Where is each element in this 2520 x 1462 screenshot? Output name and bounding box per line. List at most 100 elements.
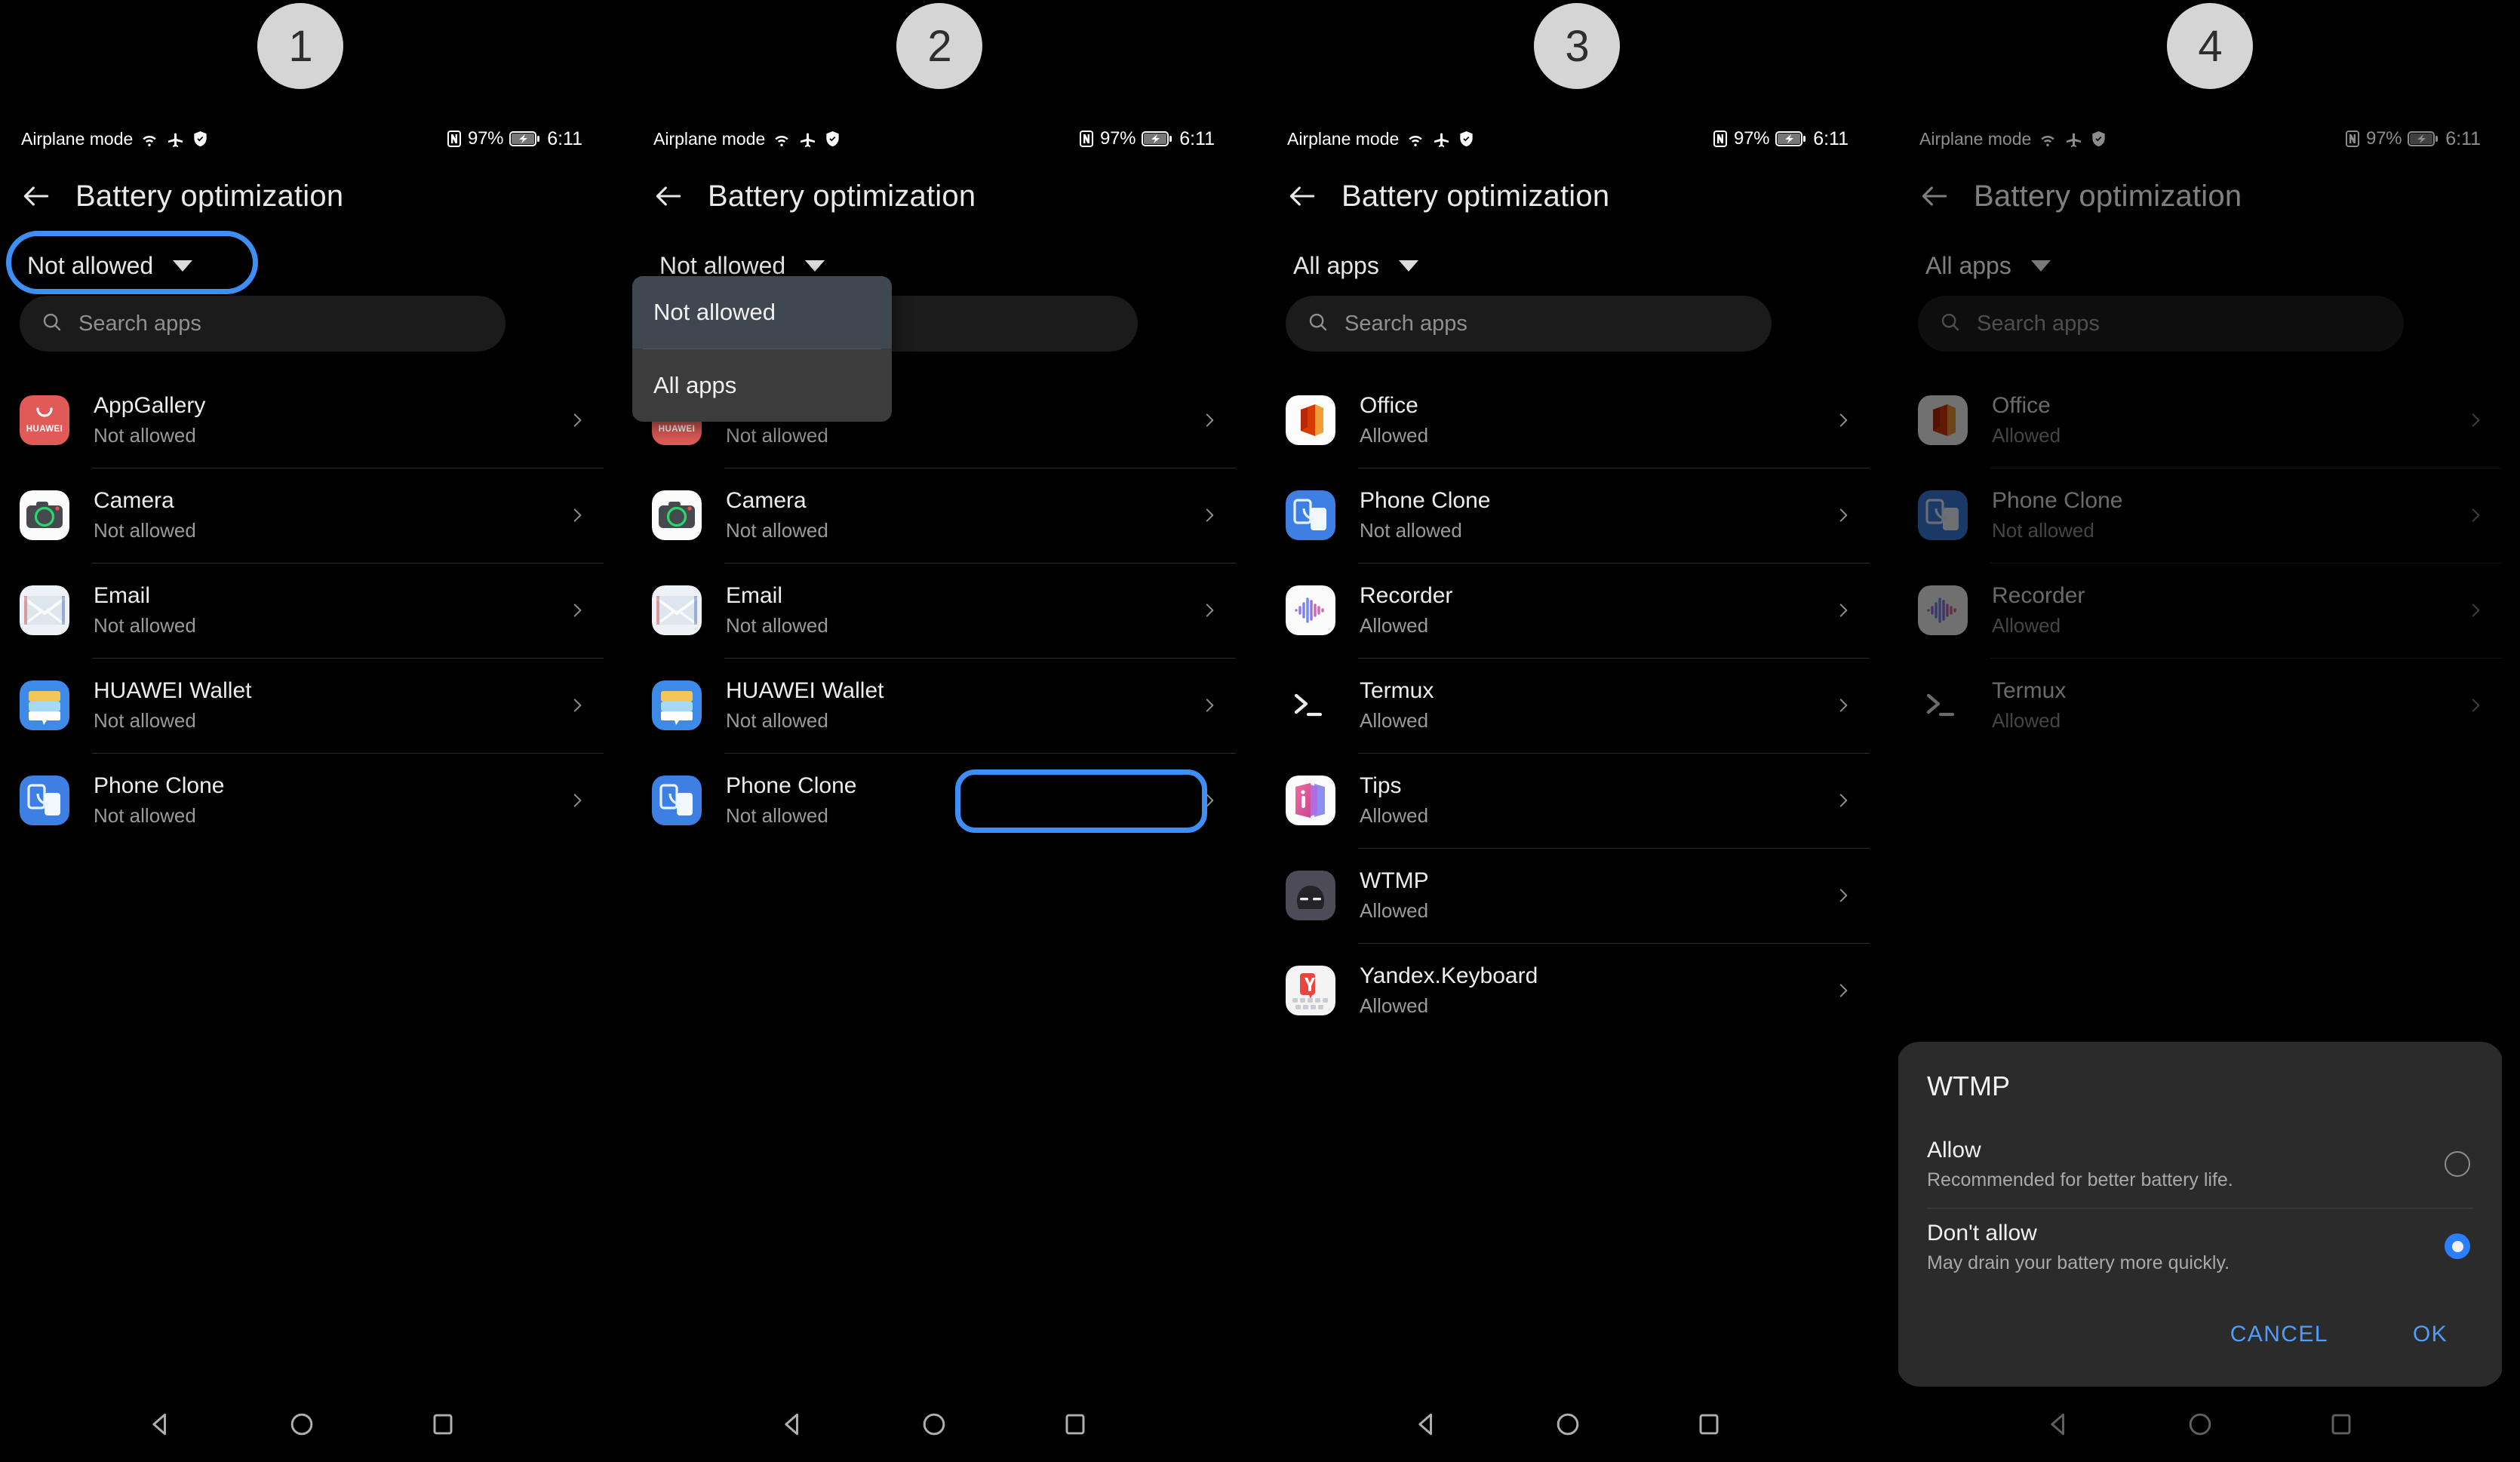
chevron-right-icon — [1833, 791, 1853, 810]
back-arrow-icon[interactable] — [1286, 180, 1319, 213]
app-row-text: Termux Allowed — [1335, 677, 1833, 734]
app-name: HUAWEI Wallet — [94, 678, 252, 704]
chevron-right-icon — [1833, 696, 1853, 715]
app-row[interactable]: Phone Clone Not allowed — [632, 753, 1236, 848]
battery-percent: 97% — [1734, 128, 1770, 149]
app-row-text: Camera Not allowed — [702, 487, 1200, 544]
app-row[interactable]: HUAWEI Wallet Not allowed — [0, 658, 604, 753]
menu-item-all-apps[interactable]: All apps — [632, 349, 892, 422]
dialog-option-allow-desc: Recommended for better battery life. — [1927, 1169, 2233, 1190]
nav-recents-icon[interactable] — [1055, 1404, 1096, 1445]
page-title: Battery optimization — [708, 179, 976, 213]
wifi-icon — [1405, 130, 1426, 148]
radio-allow[interactable] — [2445, 1150, 2470, 1177]
app-state: Not allowed — [726, 423, 828, 447]
app-row[interactable]: HUAWEI Wallet Not allowed — [632, 658, 1236, 753]
search-placeholder: Search apps — [78, 311, 201, 336]
app-row-text: AppGallery Not allowed — [69, 392, 567, 449]
system-navbar — [0, 1387, 604, 1462]
app-state: Not allowed — [726, 518, 828, 542]
search-input[interactable]: Search apps — [20, 296, 506, 352]
wallet-icon — [652, 680, 702, 730]
app-name: Phone Clone — [1360, 488, 1491, 514]
nfc-icon — [1079, 130, 1094, 148]
nav-recents-icon[interactable] — [423, 1404, 463, 1445]
chevron-right-icon — [567, 791, 587, 810]
nav-back-icon[interactable] — [140, 1404, 181, 1445]
nav-home-icon[interactable] — [914, 1404, 954, 1445]
ok-button[interactable]: OK — [2393, 1313, 2467, 1356]
back-arrow-icon[interactable] — [20, 180, 53, 213]
app-row-text: WTMP Allowed — [1335, 867, 1833, 924]
chevron-right-icon — [567, 600, 587, 620]
search-input[interactable]: Search apps — [1286, 296, 1772, 352]
app-row[interactable]: Termux Allowed — [1266, 658, 1870, 753]
phone-screen-step-2: Airplane mode 97% 6:11 Battery optimizat… — [632, 98, 1236, 1462]
appgallery-icon: HUAWEI — [20, 395, 69, 445]
app-row[interactable]: HUAWEI AppGallery Not allowed — [0, 373, 604, 468]
phone-screen-step-3: Airplane mode 97% 6:11 Battery optimizat… — [1266, 98, 1870, 1462]
step-badge-2: 2 — [896, 3, 982, 89]
dialog-option-allow[interactable]: Allow Recommended for better battery lif… — [1898, 1125, 2502, 1208]
app-row[interactable]: Office Allowed — [1266, 373, 1870, 468]
status-bar: Airplane mode 97% 6:11 — [1266, 124, 1870, 154]
nav-home-icon[interactable] — [281, 1404, 322, 1445]
filter-dropdown-button[interactable]: All apps — [1286, 243, 1435, 289]
recorder-icon — [1286, 585, 1335, 635]
shield-check-icon — [824, 130, 841, 148]
system-navbar — [632, 1387, 1236, 1462]
radio-dont-allow[interactable] — [2445, 1233, 2470, 1260]
page-title: Battery optimization — [75, 179, 344, 213]
app-row[interactable]: Email Not allowed — [632, 563, 1236, 658]
phoneclone-icon — [1286, 490, 1335, 540]
app-row[interactable]: WTMP Allowed — [1266, 848, 1870, 943]
office-icon — [1286, 395, 1335, 445]
app-state: Not allowed — [726, 803, 828, 827]
app-row-text: Phone Clone Not allowed — [702, 772, 1200, 829]
app-name: Email — [94, 583, 151, 609]
app-row[interactable]: Email Not allowed — [0, 563, 604, 658]
app-state: Allowed — [1360, 613, 1429, 637]
app-row[interactable]: Phone Clone Not allowed — [1266, 468, 1870, 563]
battery-charging-icon — [509, 131, 541, 147]
app-row[interactable]: Recorder Allowed — [1266, 563, 1870, 658]
nfc-icon — [447, 130, 462, 148]
airplane-mode-label: Airplane mode — [1287, 128, 1400, 149]
nav-recents-icon[interactable] — [1689, 1404, 1729, 1445]
app-name: Termux — [1360, 678, 1434, 704]
filter-dropdown-button[interactable]: Not allowed — [20, 243, 209, 289]
title-bar: Battery optimization — [632, 166, 1236, 226]
nav-home-icon[interactable] — [1547, 1404, 1588, 1445]
dialog-option-allow-label: Allow — [1927, 1138, 1981, 1163]
app-list-2: HUAWEIAppGalleryNot allowedCameraNot all… — [632, 373, 1236, 848]
chevron-right-icon — [1833, 981, 1853, 1000]
app-row[interactable]: Camera Not allowed — [0, 468, 604, 563]
app-name: Email — [726, 583, 783, 609]
app-row[interactable]: Tips Allowed — [1266, 753, 1870, 848]
nav-back-icon[interactable] — [1406, 1404, 1447, 1445]
shield-check-icon — [1458, 130, 1475, 148]
cancel-button[interactable]: CANCEL — [2211, 1313, 2348, 1356]
app-state: Allowed — [1360, 803, 1429, 827]
app-state: Not allowed — [94, 803, 196, 827]
chevron-right-icon — [567, 505, 587, 525]
app-row-text: Recorder Allowed — [1335, 582, 1833, 639]
app-row[interactable]: Yandex.Keyboard Allowed — [1266, 943, 1870, 1038]
app-row[interactable]: Camera Not allowed — [632, 468, 1236, 563]
battery-charging-icon — [1775, 131, 1807, 147]
app-state: Not allowed — [94, 613, 196, 637]
title-bar: Battery optimization — [1266, 166, 1870, 226]
app-row[interactable]: Phone Clone Not allowed — [0, 753, 604, 848]
camera-icon — [652, 490, 702, 540]
page-title: Battery optimization — [1341, 179, 1610, 213]
chevron-down-icon — [1398, 260, 1418, 272]
wallet-icon — [20, 680, 69, 730]
title-bar: Battery optimization — [0, 166, 604, 226]
menu-item-not-allowed[interactable]: Not allowed — [632, 276, 892, 349]
back-arrow-icon[interactable] — [652, 180, 685, 213]
search-icon — [41, 311, 63, 337]
app-state: Allowed — [1360, 994, 1429, 1017]
wifi-icon — [139, 130, 160, 148]
dialog-option-dont-allow[interactable]: Don't allow May drain your battery more … — [1898, 1207, 2502, 1291]
nav-back-icon[interactable] — [773, 1404, 813, 1445]
